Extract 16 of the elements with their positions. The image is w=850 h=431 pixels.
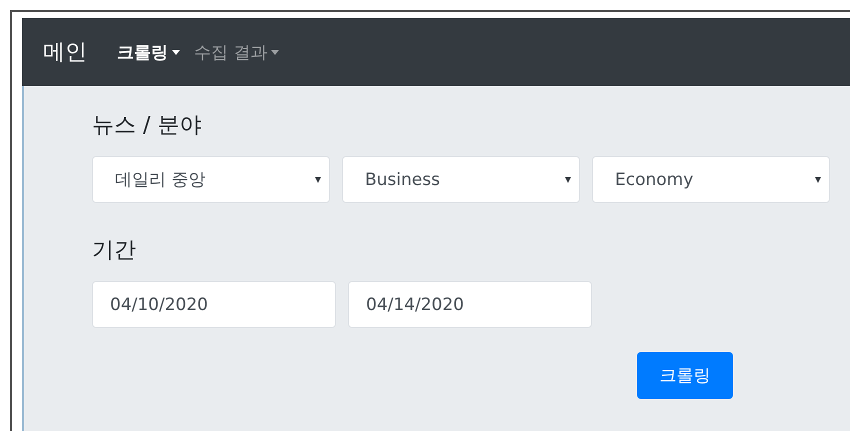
crawl-button[interactable]: 크롤링 (637, 352, 733, 399)
section-heading: 기간 (92, 237, 137, 265)
select-dropdown[interactable]: Business (342, 156, 580, 203)
date-field[interactable]: 04/14/2020 (348, 281, 592, 328)
caret-icon (565, 176, 571, 182)
caret-icon (315, 176, 321, 182)
caret-icon (815, 176, 821, 182)
caret-icon (271, 50, 280, 54)
select-dropdown[interactable]: 데일리 중앙 (92, 156, 330, 203)
nav-dropdown[interactable]: 크롤링 (117, 40, 180, 64)
nav-dropdown[interactable]: 수집 결과 (194, 40, 280, 64)
caret-icon (172, 50, 180, 54)
section-heading: 뉴스 / 분야 (92, 112, 202, 140)
brand-link[interactable]: 메인 (43, 37, 87, 67)
date-field[interactable]: 04/10/2020 (92, 281, 336, 328)
select-dropdown[interactable]: Economy (592, 156, 830, 203)
